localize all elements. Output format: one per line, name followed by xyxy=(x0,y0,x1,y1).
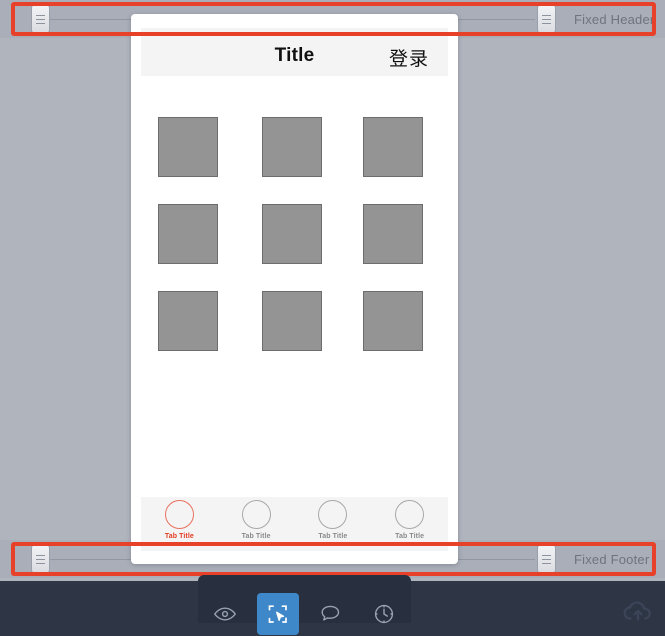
image-placeholder[interactable] xyxy=(262,291,322,351)
comment-button[interactable] xyxy=(310,593,352,635)
tab-label: Tab Title xyxy=(164,533,194,540)
phone-navbar[interactable]: Title 登录 xyxy=(141,28,448,76)
image-placeholder[interactable] xyxy=(363,117,423,177)
tab-item-1[interactable]: Tab Title xyxy=(141,497,218,551)
image-placeholder[interactable] xyxy=(158,291,218,351)
phone-mockup[interactable]: Title 登录 Tab Title Tab Title Tab Title T… xyxy=(131,14,458,564)
tab-item-2[interactable]: Tab Title xyxy=(218,497,295,551)
image-placeholder[interactable] xyxy=(262,117,322,177)
header-right-drag-handle-icon[interactable] xyxy=(537,4,556,34)
fixed-header-label: Fixed Header xyxy=(574,11,655,27)
image-placeholder[interactable] xyxy=(363,291,423,351)
tab-label: Tab Title xyxy=(395,533,425,540)
grid-row xyxy=(158,291,433,353)
image-placeholder[interactable] xyxy=(158,204,218,264)
toolbar-buttons xyxy=(198,592,411,636)
thumbnail-grid xyxy=(158,117,433,353)
header-left-drag-handle-icon[interactable] xyxy=(31,4,50,34)
footer-left-drag-handle-icon[interactable] xyxy=(31,544,50,574)
cloud-upload-button[interactable] xyxy=(620,598,656,628)
fixed-footer-label: Fixed Footer xyxy=(574,551,650,567)
comment-bubble-icon xyxy=(319,602,343,626)
circle-icon xyxy=(395,500,425,529)
eye-icon xyxy=(213,602,237,626)
circle-icon xyxy=(241,500,271,529)
footer-right-drag-handle-icon[interactable] xyxy=(537,544,556,574)
clock-history-icon xyxy=(372,602,396,626)
image-placeholder[interactable] xyxy=(363,204,423,264)
tab-label: Tab Title xyxy=(241,533,271,540)
image-placeholder[interactable] xyxy=(158,117,218,177)
cloud-upload-icon xyxy=(622,598,654,629)
selection-cursor-icon xyxy=(266,602,290,626)
grid-row xyxy=(158,204,433,266)
tab-item-4[interactable]: Tab Title xyxy=(371,497,448,551)
circle-icon xyxy=(164,500,194,529)
image-placeholder[interactable] xyxy=(262,204,322,264)
select-tool-button[interactable] xyxy=(256,593,299,635)
circle-icon xyxy=(318,500,348,529)
history-button[interactable] xyxy=(363,593,405,635)
design-canvas[interactable]: Fixed Header Fixed Footer Title 登录 Tab T… xyxy=(0,0,665,581)
grid-row xyxy=(158,117,433,179)
tab-item-3[interactable]: Tab Title xyxy=(295,497,372,551)
phone-tabbar[interactable]: Tab Title Tab Title Tab Title Tab Title xyxy=(141,497,448,551)
preview-eye-button[interactable] xyxy=(204,593,246,635)
login-button[interactable]: 登录 xyxy=(389,44,429,71)
tab-label: Tab Title xyxy=(318,533,348,540)
